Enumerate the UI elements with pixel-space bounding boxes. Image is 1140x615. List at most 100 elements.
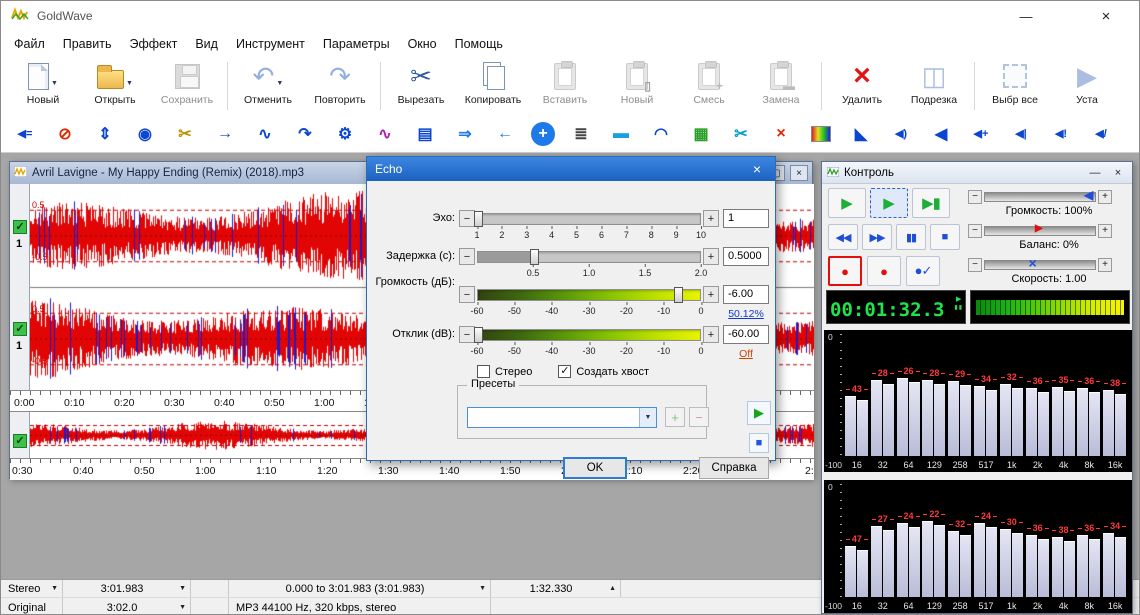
move-orb-icon[interactable]: + (531, 122, 555, 146)
time-ruler-overview[interactable]: 0:300:400:501:001:101:201:301:401:502:00… (10, 458, 814, 480)
status-channel-mode[interactable]: Stereo▼ (1, 580, 63, 597)
dropdown-arrow-icon[interactable]: ▼ (51, 585, 58, 592)
control-close-button[interactable]: × (1109, 167, 1127, 179)
speaker-loud-icon[interactable]: ◀) (887, 121, 915, 147)
rewind-button[interactable]: ◀◀ (828, 224, 858, 250)
combo-arrow-icon[interactable]: ▼ (639, 408, 656, 427)
play-selection-button[interactable]: ▶ (870, 188, 908, 218)
fit-vertical-icon[interactable]: ⇕ (91, 121, 119, 147)
yellow-scissors-icon[interactable]: ✂ (171, 121, 199, 147)
color-grid-icon[interactable]: ▦ (687, 121, 715, 147)
paste-button[interactable]: Вставить (529, 60, 601, 112)
play-button[interactable]: ▶ (828, 188, 866, 218)
echo-plus-button[interactable]: + (703, 210, 719, 227)
speaker-add-icon[interactable]: ◀+ (967, 121, 995, 147)
speaker-bar-icon[interactable]: ◀| (1007, 121, 1035, 147)
trim-button[interactable]: ◫Подрезка (898, 60, 970, 112)
delete-button[interactable]: ×Удалить (826, 60, 898, 112)
delay-plus-button[interactable]: + (703, 248, 719, 265)
pause-button[interactable]: ▮▮ (896, 224, 926, 250)
balance-slider-thumb[interactable]: ▶ (1035, 224, 1043, 234)
dropdown-arrow-icon[interactable]: ▼ (179, 604, 186, 611)
echo-close-button[interactable]: × (747, 161, 767, 177)
gradient-swatch-icon[interactable] (807, 121, 835, 147)
echo-slider[interactable] (477, 213, 701, 225)
record-selection-button[interactable]: ● (867, 256, 901, 286)
paste-new-button[interactable]: ▯Новый (601, 60, 673, 112)
speed-slider-thumb[interactable]: × (1029, 256, 1037, 270)
dropdown-arrow-icon[interactable]: ▼ (179, 585, 186, 592)
speed-slider-minus-button[interactable]: − (968, 258, 982, 272)
device-controls-icon[interactable]: ◀= (11, 121, 39, 147)
cyan-capsule-icon[interactable]: ▬ (607, 121, 635, 147)
prev-marker-icon[interactable]: ← (491, 121, 519, 147)
menu-window[interactable]: Окно (399, 31, 446, 57)
overview-channel-checkbox[interactable]: ✓ (13, 434, 27, 448)
ok-button[interactable]: OK (563, 457, 627, 479)
cut-button[interactable]: ✂Вырезать (385, 60, 457, 112)
menu-edit[interactable]: Править (54, 31, 121, 57)
arch-filter-icon[interactable]: ◠ (647, 121, 675, 147)
volume-slider-minus-button[interactable]: − (968, 190, 982, 204)
speed-slider-plus-button[interactable]: + (1098, 258, 1112, 272)
redo-button[interactable]: ↷Повторить (304, 60, 376, 112)
speaker-mute-icon[interactable]: ◀/ (1087, 121, 1115, 147)
control-window-titlebar[interactable]: Контроль — × (822, 162, 1132, 184)
paste-arrow-icon[interactable]: → (211, 121, 239, 147)
set-marker-button[interactable]: ▶Уста (1051, 60, 1123, 112)
speed-slider[interactable]: × (984, 260, 1096, 270)
select-all-button[interactable]: Выбр все (979, 60, 1051, 112)
presets-combobox[interactable]: ▼ (467, 407, 657, 428)
rainbow-wave-icon[interactable]: ∿ (371, 121, 399, 147)
replace-button[interactable]: ▬Замена (745, 60, 817, 112)
record-monitor-button[interactable]: ●✓ (906, 256, 940, 286)
dropdown-arrow-icon[interactable]: ▼ (479, 585, 486, 592)
volume-minus-button[interactable]: − (459, 286, 475, 303)
preview-stop-button[interactable]: ■ (749, 433, 769, 453)
next-marker-icon[interactable]: ⇒ (451, 121, 479, 147)
dropdown-arrow-icon[interactable]: ▼ (276, 80, 283, 87)
sine-wave-icon[interactable]: ∿ (251, 121, 279, 147)
echo-slider-thumb[interactable] (474, 211, 483, 227)
feedback-plus-button[interactable]: + (703, 326, 719, 343)
blue-orb-icon[interactable]: ◉ (131, 121, 159, 147)
echo-dialog-titlebar[interactable]: Echo × (367, 157, 775, 181)
mix-button[interactable]: +Смесь (673, 60, 745, 112)
feedback-slider[interactable] (477, 329, 701, 341)
balance-slider-plus-button[interactable]: + (1098, 224, 1112, 238)
status-spacer[interactable] (191, 598, 229, 615)
undo-button[interactable]: ↶▼Отменить (232, 60, 304, 112)
play-all-button[interactable]: ▶▮ (912, 188, 950, 218)
volume-slider-thumb[interactable]: ◀ (1084, 189, 1093, 201)
menu-file[interactable]: Файл (5, 31, 54, 57)
menu-view[interactable]: Вид (186, 31, 227, 57)
feedback-slider-thumb[interactable] (474, 327, 483, 343)
volume-slider[interactable] (477, 289, 701, 301)
volume-plus-button[interactable]: + (703, 286, 719, 303)
balance-slider-minus-button[interactable]: − (968, 224, 982, 238)
delay-value[interactable]: 0.5000 (723, 247, 769, 266)
preset-remove-button[interactable]: − (689, 407, 709, 427)
balance-slider[interactable]: ▶ (984, 226, 1096, 236)
new-button[interactable]: ▼Новый (7, 60, 79, 112)
status-spacer[interactable] (191, 580, 229, 597)
status-zoom-preset[interactable]: Original (1, 598, 63, 615)
feedback-minus-button[interactable]: − (459, 326, 475, 343)
menu-options[interactable]: Параметры (314, 31, 399, 57)
dropdown-arrow-icon[interactable]: ▲ (609, 585, 616, 592)
preview-play-button[interactable]: ▶ (747, 401, 771, 425)
copy-button[interactable]: Копировать (457, 60, 529, 112)
delay-slider[interactable] (477, 251, 701, 263)
undo-curve-icon[interactable]: ↷ (291, 121, 319, 147)
echo-value[interactable]: 1 (723, 209, 769, 228)
speaker-alert-icon[interactable]: ◀! (1047, 121, 1075, 147)
smooth-scissors-icon[interactable]: ✂ (727, 121, 755, 147)
dropdown-arrow-icon[interactable]: ▼ (126, 80, 133, 87)
gear-icon[interactable]: ⚙ (331, 121, 359, 147)
corner-graph-icon[interactable]: ◣ (847, 121, 875, 147)
open-button[interactable]: ▼Открыть (79, 60, 151, 112)
record-button[interactable]: ● (828, 256, 862, 286)
fast-forward-button[interactable]: ▶▶ (862, 224, 892, 250)
delete-marker-icon[interactable]: × (767, 121, 795, 147)
volume-value[interactable]: -6.00 (723, 285, 769, 304)
